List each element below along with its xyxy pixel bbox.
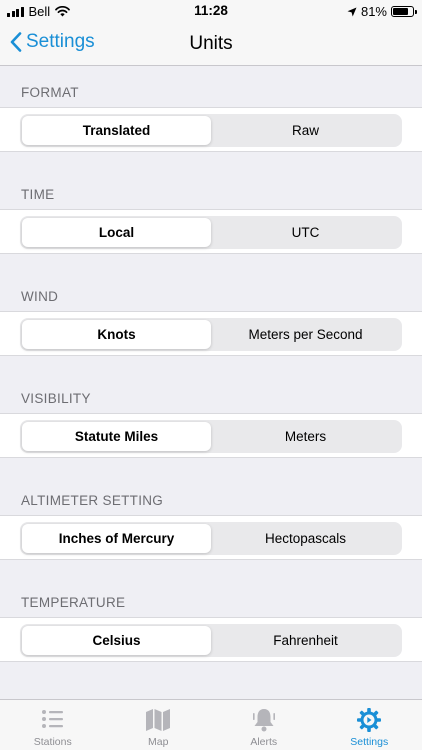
temperature-segmented-control: Celsius Fahrenheit	[20, 624, 402, 657]
section-header: ALTIMETER SETTING	[21, 493, 164, 508]
section-row: Inches of Mercury Hectopascals	[0, 515, 422, 560]
section-time: TIME Local UTC	[0, 169, 422, 271]
gear-icon	[357, 708, 382, 732]
tab-label: Alerts	[250, 736, 278, 748]
settings-list: FORMAT Translated Raw TIME Local UTC WIN…	[0, 67, 422, 679]
tab-label: Settings	[350, 736, 389, 748]
segment-option[interactable]: Statute Miles	[22, 422, 211, 451]
page-title: Units	[189, 33, 233, 54]
segment-option[interactable]: UTC	[211, 218, 400, 247]
segment-option[interactable]: Celsius	[22, 626, 211, 655]
segment-option[interactable]: Local	[22, 218, 211, 247]
tab-settings[interactable]: Settings	[317, 700, 422, 750]
section-row: Celsius Fahrenheit	[0, 617, 422, 662]
bell-icon	[252, 709, 275, 732]
status-bar: Bell 11:28 81%	[0, 0, 422, 22]
segment-option[interactable]: Meters	[211, 422, 400, 451]
section-header: FORMAT	[21, 85, 79, 100]
section-temperature: TEMPERATURE Celsius Fahrenheit	[0, 577, 422, 679]
section-header: VISIBILITY	[21, 391, 91, 406]
section-visibility: VISIBILITY Statute Miles Meters	[0, 373, 422, 475]
segment-option[interactable]: Raw	[211, 116, 400, 145]
battery-percent: 81%	[360, 4, 387, 19]
location-arrow-icon	[347, 7, 357, 16]
segment-option[interactable]: Fahrenheit	[211, 626, 400, 655]
time-segmented-control: Local UTC	[20, 216, 402, 249]
section-row: Local UTC	[0, 209, 422, 254]
tab-label: Map	[148, 736, 169, 748]
section-header: TIME	[21, 187, 55, 202]
navigation-bar: Settings Units	[0, 22, 422, 66]
format-segmented-control: Translated Raw	[20, 114, 402, 147]
section-row: Translated Raw	[0, 107, 422, 152]
altimeter-segmented-control: Inches of Mercury Hectopascals	[20, 522, 402, 555]
wind-segmented-control: Knots Meters per Second	[20, 318, 402, 351]
segment-option[interactable]: Translated	[22, 116, 211, 145]
segment-option[interactable]: Inches of Mercury	[22, 524, 211, 553]
tab-label: Stations	[33, 736, 72, 748]
segment-option[interactable]: Knots	[22, 320, 211, 349]
list-icon	[41, 710, 63, 728]
section-row: Knots Meters per Second	[0, 311, 422, 356]
status-right: 81%	[347, 4, 417, 19]
tab-bar: Stations Map Alerts Settings	[0, 699, 422, 750]
section-format: FORMAT Translated Raw	[0, 67, 422, 169]
section-header: TEMPERATURE	[21, 595, 126, 610]
tab-stations[interactable]: Stations	[0, 700, 106, 750]
section-altimeter: ALTIMETER SETTING Inches of Mercury Hect…	[0, 475, 422, 577]
section-row: Statute Miles Meters	[0, 413, 422, 458]
tab-alerts[interactable]: Alerts	[211, 700, 317, 750]
battery-icon	[391, 6, 417, 17]
visibility-segmented-control: Statute Miles Meters	[20, 420, 402, 453]
section-wind: WIND Knots Meters per Second	[0, 271, 422, 373]
segment-option[interactable]: Hectopascals	[211, 524, 400, 553]
section-header: WIND	[21, 289, 59, 304]
tab-map[interactable]: Map	[106, 700, 212, 750]
map-icon	[146, 709, 171, 731]
segment-option[interactable]: Meters per Second	[211, 320, 400, 349]
